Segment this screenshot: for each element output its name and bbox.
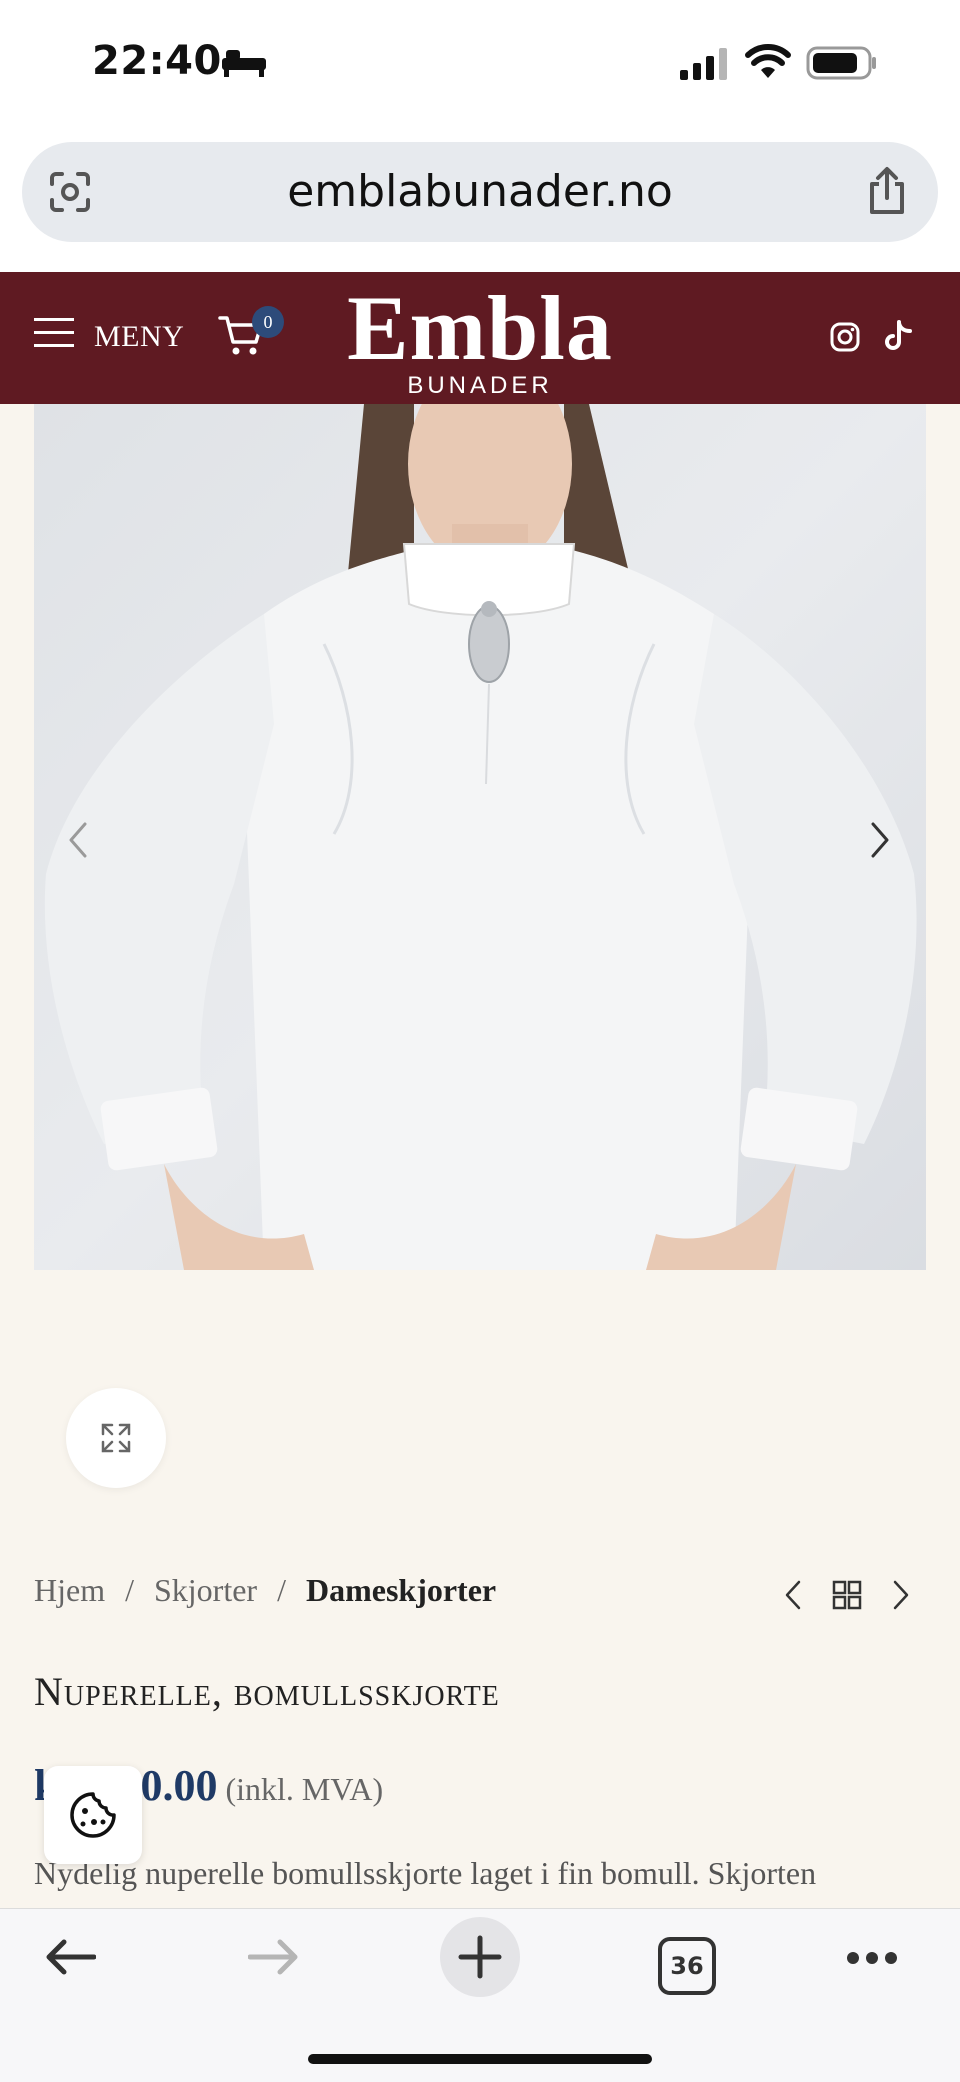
tiktok-icon[interactable] (884, 320, 914, 354)
tab-switcher-button[interactable]: 36 (658, 1937, 716, 1995)
new-tab-button[interactable] (440, 1917, 520, 1997)
menu-button-label[interactable]: MENY (94, 320, 184, 354)
product-description: Nydelig nuperelle bomullsskjorte laget i… (34, 1855, 817, 1891)
forward-arrow-icon[interactable] (248, 1937, 300, 1977)
sleep-bed-icon (222, 50, 266, 77)
product-image[interactable] (34, 404, 926, 1270)
logo-title: Embla (347, 277, 613, 379)
more-options-icon[interactable] (846, 1951, 898, 1965)
breadcrumb-current: Dameskjorter (305, 1572, 497, 1608)
plus-icon (458, 1935, 502, 1979)
breadcrumb-separator: / (277, 1572, 286, 1608)
breadcrumb-home[interactable]: Hjem (34, 1572, 105, 1608)
battery-icon (806, 46, 876, 80)
hamburger-menu-icon[interactable] (34, 316, 76, 350)
price-vat-note: (inkl. MVA) (225, 1771, 384, 1807)
share-icon[interactable] (864, 166, 910, 216)
carousel-next-arrow-icon[interactable] (870, 822, 890, 858)
instagram-icon[interactable] (830, 322, 860, 352)
site-logo[interactable]: Embla BUNADER (330, 272, 630, 400)
back-arrow-icon[interactable] (44, 1937, 96, 1977)
grid-view-icon[interactable] (832, 1580, 862, 1610)
url-text[interactable]: emblabunader.no (22, 166, 938, 217)
address-bar[interactable]: emblabunader.no (22, 142, 938, 242)
product-title: Nuperelle, bomullsskjorte (34, 1669, 500, 1714)
breadcrumb-category[interactable]: Skjorter (154, 1572, 257, 1608)
cellular-signal-icon (680, 48, 727, 80)
status-time: 22:40 (92, 38, 222, 84)
cookie-settings-button[interactable] (44, 1766, 142, 1864)
status-bar: 22:40 (0, 0, 960, 130)
zoom-image-button[interactable] (66, 1388, 166, 1488)
site-header: MENY 0 Embla BUNADER (0, 272, 960, 404)
next-product-icon[interactable] (892, 1580, 910, 1610)
home-indicator[interactable] (308, 2054, 652, 2064)
expand-icon (101, 1423, 131, 1453)
previous-product-icon[interactable] (784, 1580, 802, 1610)
cart-count-badge: 0 (252, 306, 284, 338)
wifi-icon (745, 44, 791, 78)
breadcrumb: Hjem / Skjorter / Dameskjorter (34, 1572, 496, 1609)
cookie-icon (70, 1792, 116, 1838)
breadcrumb-separator: / (125, 1572, 134, 1608)
carousel-prev-arrow-icon[interactable] (68, 822, 88, 858)
product-photo-shirt (44, 404, 917, 1270)
